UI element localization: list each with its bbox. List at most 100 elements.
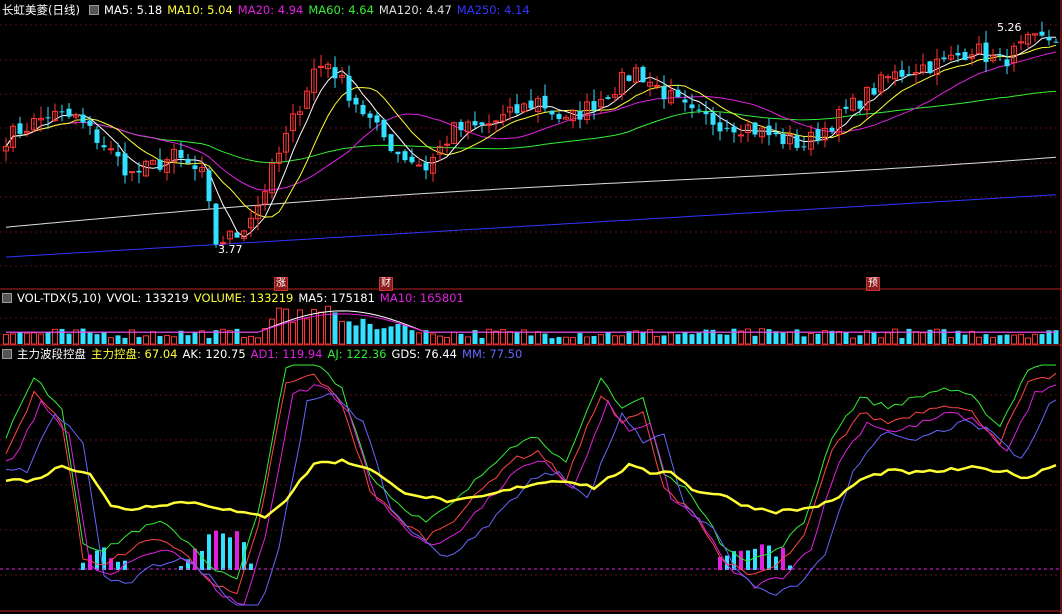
candle-body	[213, 203, 219, 245]
candle-body	[997, 54, 1003, 56]
candle-body	[101, 145, 107, 148]
volume-bar	[444, 336, 450, 345]
volume-bar	[773, 331, 779, 344]
candle-body	[374, 115, 380, 123]
candle-body	[710, 112, 716, 125]
volume-bar	[1018, 333, 1024, 345]
candle-body	[346, 75, 352, 101]
candle-body	[752, 122, 758, 135]
volume-bar	[80, 328, 86, 344]
volume-bar	[892, 328, 898, 345]
volume-bar	[668, 332, 674, 345]
candle-body	[388, 134, 394, 151]
volume-bar	[556, 336, 562, 344]
volume-bar	[416, 332, 422, 345]
candle-body	[815, 129, 821, 141]
candle-body	[185, 158, 191, 164]
volume-bar	[290, 321, 296, 345]
signal-bar	[767, 545, 771, 570]
candle-body	[626, 75, 632, 81]
volume-bar	[339, 320, 345, 345]
volume-bar	[402, 324, 408, 344]
event-marker-yu[interactable]: 预	[866, 277, 880, 291]
stock-chart[interactable]: 5.26 3.77	[0, 0, 1062, 614]
volume-bar	[626, 331, 632, 344]
volume-bar	[752, 335, 758, 344]
settings-square-icon[interactable]	[2, 349, 12, 359]
volume-bar	[976, 336, 982, 345]
signal-bar	[95, 550, 99, 570]
volume-bar	[346, 321, 352, 344]
volume-bar	[192, 332, 198, 344]
candle-body	[45, 117, 51, 119]
volume-bar	[661, 335, 667, 344]
volume-bar	[717, 334, 723, 344]
ma-readout-5: MA250: 4.14	[456, 3, 530, 17]
event-marker-zhang[interactable]: 涨	[274, 277, 288, 291]
volume-ma10-line	[6, 313, 1056, 333]
volume-bar	[528, 335, 534, 344]
candle-body	[367, 113, 373, 118]
candle-body	[906, 73, 912, 75]
candle-body	[423, 162, 429, 171]
volume-bar	[731, 328, 737, 344]
volume-bar	[255, 337, 261, 345]
aj-line	[5, 364, 1056, 580]
main-control-line	[5, 458, 1057, 519]
volume-bar	[87, 331, 93, 344]
volume-bar	[388, 326, 394, 344]
volume-bar	[451, 331, 457, 345]
indicator-readout-2: AD1: 119.94	[250, 347, 323, 361]
volume-bar	[332, 312, 338, 344]
volume-bar	[766, 329, 772, 344]
settings-square-icon[interactable]	[88, 5, 99, 15]
candle-body	[871, 88, 877, 95]
indicator-readout-4: GDS: 76.44	[391, 347, 458, 361]
candle-body	[479, 122, 485, 125]
ma-readout-4: MA120: 4.47	[378, 3, 452, 17]
volume-bar	[479, 337, 485, 344]
ma-readout-1: MA10: 5.04	[167, 3, 233, 17]
candle-body	[1046, 37, 1052, 41]
candle-body	[689, 104, 695, 109]
ma120-line	[5, 156, 1057, 228]
volume-bar	[430, 333, 436, 345]
candle-body	[556, 113, 562, 119]
volume-bar	[997, 335, 1003, 344]
indicator-readout-1: AK: 120.75	[182, 347, 246, 361]
volume-bar	[591, 335, 597, 344]
candle-body	[80, 114, 86, 123]
price-panel-header: 长虹美菱(日线) MA5: 5.18 MA10: 5.04 MA20: 4.94 MA…	[2, 2, 540, 18]
candle-body	[157, 159, 163, 170]
event-marker-cai[interactable]: 财	[379, 277, 393, 291]
candle-body	[766, 125, 772, 136]
settings-square-icon[interactable]	[2, 293, 12, 303]
candle-body	[353, 97, 359, 105]
volume-bar	[374, 329, 380, 344]
volume-bar	[52, 328, 58, 345]
candle-body	[794, 135, 800, 148]
volume-bar	[3, 334, 9, 345]
stock-title: 长虹美菱(日线)	[2, 3, 80, 17]
volume-bar	[598, 334, 604, 345]
volume-bar	[381, 328, 387, 344]
candle-body	[801, 146, 807, 148]
volume-bar	[969, 330, 975, 345]
candle-body	[122, 153, 128, 176]
volume-bar	[304, 318, 310, 345]
ma-readout-2: MA20: 4.94	[237, 3, 304, 17]
volume-bar	[31, 332, 37, 345]
volume-bar	[458, 333, 464, 344]
volume-bar	[619, 335, 625, 345]
volume-bar	[157, 335, 163, 344]
candle-body	[591, 101, 597, 111]
indicator-readout-3: AJ: 122.36	[327, 347, 387, 361]
candle-body	[94, 129, 100, 143]
volume-bar	[108, 337, 114, 345]
volume-bar	[66, 333, 72, 344]
candle-body	[514, 104, 520, 114]
ma-readout-3: MA60: 4.64	[308, 3, 374, 17]
candle-body	[724, 127, 730, 129]
signal-bar	[739, 550, 743, 570]
candle-body	[682, 99, 688, 103]
